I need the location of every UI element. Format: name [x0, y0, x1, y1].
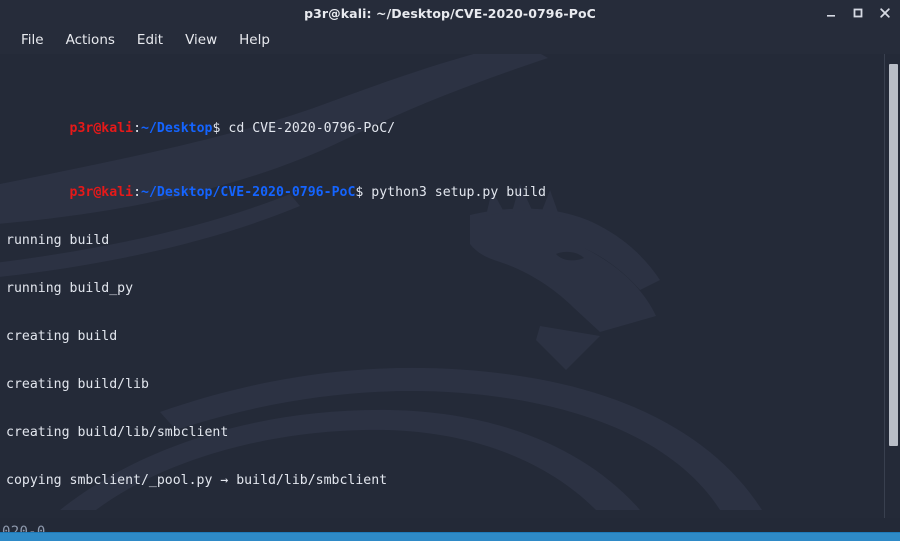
- terminal-prompt-line: p3r@kali:~/Desktop$ cd CVE-2020-0796-PoC…: [6, 105, 882, 136]
- menu-item-view[interactable]: View: [174, 29, 228, 51]
- scrollbar-thumb[interactable]: [889, 64, 898, 446]
- scrollbar-track[interactable]: [884, 54, 900, 518]
- menu-bar: File Actions Edit View Help: [0, 26, 900, 54]
- terminal-window: p3r@kali: ~/Desktop/CVE-2020-0796-PoC Fi…: [0, 0, 900, 518]
- terminal-prompt-line: p3r@kali:~/Desktop/CVE-2020-0796-PoC$ py…: [6, 169, 882, 200]
- window-controls: [822, 0, 894, 26]
- terminal-output-line: creating build: [6, 329, 118, 344]
- terminal-output-line: running build: [6, 233, 110, 248]
- terminal-output-line: creating build/lib/smbclient: [6, 425, 229, 440]
- taskbar[interactable]: [0, 532, 900, 541]
- terminal-output: p3r@kali:~/Desktop$ cd CVE-2020-0796-PoC…: [6, 57, 882, 518]
- prompt-user: p3r@kali: [69, 185, 134, 200]
- terminal-output-line: copying smbclient/_pool.py → build/lib/s…: [6, 473, 388, 488]
- menu-item-actions[interactable]: Actions: [55, 29, 126, 51]
- close-icon[interactable]: [876, 4, 894, 22]
- prompt-command: python3 setup.py build: [363, 185, 546, 200]
- prompt-colon: :: [133, 185, 142, 200]
- prompt-path: ~/Desktop/CVE-2020-0796-PoC: [141, 185, 356, 200]
- prompt-user: p3r@kali: [69, 121, 134, 136]
- window-title: p3r@kali: ~/Desktop/CVE-2020-0796-PoC: [304, 5, 596, 21]
- prompt-command: cd CVE-2020-0796-PoC/: [220, 121, 396, 136]
- terminal-output-line: running build_py: [6, 281, 134, 296]
- menu-item-file[interactable]: File: [10, 29, 55, 51]
- menu-item-edit[interactable]: Edit: [126, 29, 174, 51]
- minimize-icon[interactable]: [822, 4, 840, 22]
- prompt-colon: :: [133, 121, 142, 136]
- terminal-output-line: creating build/lib: [6, 377, 149, 392]
- prompt-path: ~/Desktop: [141, 121, 213, 136]
- menu-item-help[interactable]: Help: [228, 29, 281, 51]
- terminal-body[interactable]: p3r@kali:~/Desktop$ cd CVE-2020-0796-PoC…: [0, 54, 900, 518]
- maximize-icon[interactable]: [849, 4, 867, 22]
- title-bar[interactable]: p3r@kali: ~/Desktop/CVE-2020-0796-PoC: [0, 0, 900, 26]
